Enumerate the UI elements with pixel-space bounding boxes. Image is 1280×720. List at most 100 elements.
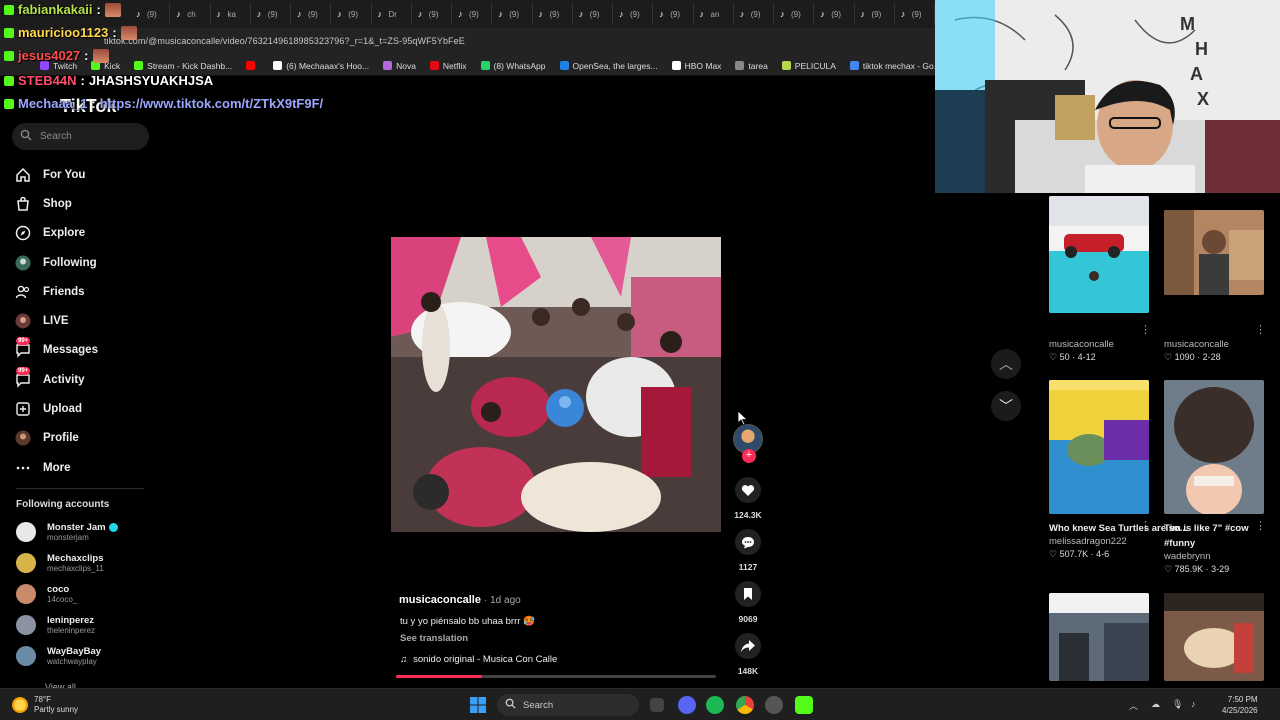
save-button[interactable]: 9069 [732, 581, 764, 624]
taskbar-search[interactable]: Search [497, 694, 639, 716]
more-options-icon[interactable]: ⋮ [1255, 323, 1266, 336]
bookmark-item[interactable]: Nova [383, 61, 416, 71]
more-options-icon[interactable]: ⋮ [1140, 323, 1151, 336]
search-input[interactable]: Search [12, 123, 149, 150]
sidebar-item-shop[interactable]: Shop [14, 189, 154, 218]
system-clock[interactable]: 7:50 PM 4/25/2026 [1222, 694, 1258, 716]
sidebar-item-more[interactable]: More [14, 453, 154, 482]
video-player[interactable] [391, 237, 721, 532]
sidebar-item-profile[interactable]: Profile [14, 424, 154, 453]
browser-tab[interactable]: ♪ ka [211, 3, 251, 25]
following-account[interactable]: coco 14coco_ [16, 584, 156, 604]
related-video-thumbnail[interactable] [1049, 380, 1149, 514]
author-name[interactable]: musicaconcalle [399, 594, 481, 606]
creator-avatar[interactable]: + [733, 424, 763, 463]
following-account[interactable]: WayBayBay watchwayplay [16, 646, 156, 666]
bookmark-item[interactable]: OpenSea, the larges... [559, 61, 658, 71]
sidebar-item-label: Messages [43, 344, 98, 357]
sidebar-item-activity[interactable]: 99+ Activity [14, 365, 154, 394]
bookmark-item[interactable]: (8) WhatsApp [480, 61, 546, 71]
bookmark-item[interactable]: tarea [735, 61, 768, 71]
volume-icon[interactable]: ♪ [1191, 699, 1201, 709]
tiktok-favicon-icon: ♪ [297, 8, 302, 19]
bookmark-item[interactable]: HBO Max [671, 61, 721, 71]
bookmark-item[interactable]: PELICULA [781, 61, 836, 71]
url-text[interactable]: tiktok.com/@musicaconcalle/video/7632149… [104, 36, 465, 46]
browser-tab[interactable]: ♪ (9) [251, 3, 291, 25]
following-account[interactable]: leninperez theleninperez [16, 615, 156, 635]
browser-tab[interactable]: ♪ ch [170, 3, 211, 25]
follow-plus-icon[interactable]: + [742, 449, 756, 463]
onedrive-icon[interactable]: ☁ [1151, 699, 1161, 709]
browser-tab[interactable]: ♪ (9) [452, 3, 493, 25]
browser-tab[interactable]: ♪ (9) [130, 3, 171, 25]
browser-tab[interactable]: ♪ (9) [814, 3, 855, 25]
windows-start-icon[interactable] [469, 696, 487, 714]
account-name: leninperez [47, 615, 94, 626]
sidebar-item-upload[interactable]: Upload [14, 394, 154, 423]
browser-tab[interactable]: ♪ (9) [895, 3, 935, 25]
sidebar-item-friends[interactable]: Friends [14, 277, 154, 306]
browser-tab[interactable]: ♪ (9) [734, 3, 774, 25]
related-date: 2-28 [1202, 352, 1221, 362]
sidebar-item-messages[interactable]: 99+ Messages [14, 336, 154, 365]
next-video-button[interactable]: ﹀ [991, 391, 1021, 421]
chrome-icon[interactable] [736, 696, 754, 714]
chevron-up-icon: ︿ [999, 356, 1013, 372]
kick-icon[interactable] [795, 696, 813, 714]
weather-widget[interactable]: 78°F Partly sunny [12, 695, 78, 715]
bookmark-item[interactable] [246, 61, 259, 70]
tray-chevron-icon[interactable]: ︿ [1129, 699, 1139, 711]
browser-tab[interactable]: ♪ (9) [412, 3, 452, 25]
browser-address-bar[interactable]: tiktok.com/@musicaconcalle/video/7632149… [0, 28, 935, 56]
clock-date: 4/25/2026 [1222, 706, 1258, 715]
sidebar-item-following[interactable]: Following [14, 248, 154, 277]
browser-tab[interactable]: ♪ (9) [573, 3, 613, 25]
comment-button[interactable]: 1127 [732, 529, 764, 572]
browser-tab[interactable]: ♪ (9) [613, 3, 654, 25]
browser-tab[interactable]: ♪ (9) [774, 3, 815, 25]
related-video-user[interactable]: musicaconcalle [1164, 339, 1229, 350]
related-video-user[interactable]: wadebrynn [1164, 551, 1280, 562]
bookmark-item[interactable]: Stream - Kick Dashb... [134, 61, 232, 71]
browser-tab[interactable]: ♪ (9) [855, 3, 895, 25]
video-progress-bar[interactable] [396, 675, 716, 678]
sidebar-item-explore[interactable]: Explore [14, 219, 154, 248]
previous-video-button[interactable]: ︿ [991, 349, 1021, 379]
related-video-thumbnail[interactable] [1164, 593, 1264, 681]
bookmark-item[interactable]: Netflix [429, 61, 467, 71]
sidebar-item-live[interactable]: LIVE [14, 306, 154, 335]
video-author[interactable]: musicaconcalle · 1d ago [399, 594, 521, 606]
related-date: 4-6 [1096, 549, 1110, 559]
see-translation-link[interactable]: See translation [400, 633, 468, 644]
spotify-icon[interactable] [706, 696, 724, 714]
related-video-thumbnail[interactable] [1049, 593, 1149, 681]
video-progress-fill [396, 675, 483, 678]
sound-link[interactable]: ♫ sonido original - Musica Con Calle [400, 654, 557, 665]
chat-badge-icon [4, 50, 14, 61]
obs-icon[interactable] [765, 696, 783, 714]
related-video-thumbnail[interactable] [1049, 196, 1149, 313]
discord-icon[interactable] [678, 696, 696, 714]
following-account[interactable]: Monster Jam monsterjam [16, 522, 156, 542]
following-account[interactable]: Mechaxclips mechaxclips_11 [16, 553, 156, 573]
related-video-user[interactable]: musicaconcalle [1049, 339, 1114, 350]
browser-tab[interactable]: ♪ an [694, 3, 734, 25]
browser-tab[interactable]: ♪ (9) [492, 3, 533, 25]
browser-tab[interactable]: ♪ (9) [533, 3, 573, 25]
share-button[interactable]: 148K [732, 633, 764, 676]
browser-tab[interactable]: ♪ (9) [291, 3, 332, 25]
like-button[interactable]: 124.3K [732, 477, 764, 520]
related-video-title[interactable]: Tim is like 7" #cow #funny [1164, 521, 1280, 551]
bookmark-item[interactable]: tiktok mechax - Go... [849, 61, 935, 71]
browser-tab-label: (9) [911, 9, 922, 19]
related-video-thumbnail[interactable] [1164, 380, 1264, 514]
related-video-thumbnail[interactable] [1164, 210, 1264, 295]
browser-tab[interactable]: ♪ (9) [653, 3, 694, 25]
sidebar-item-for-you[interactable]: For You [14, 160, 154, 189]
bookmark-item[interactable]: (6) Mechaaax's Hoo... [273, 61, 369, 71]
browser-tab[interactable]: ♪ Dr [372, 3, 412, 25]
task-view-icon[interactable] [650, 698, 664, 712]
browser-tab[interactable]: ♪ (9) [331, 3, 372, 25]
microphone-icon[interactable]: 🎙 [1172, 699, 1183, 709]
